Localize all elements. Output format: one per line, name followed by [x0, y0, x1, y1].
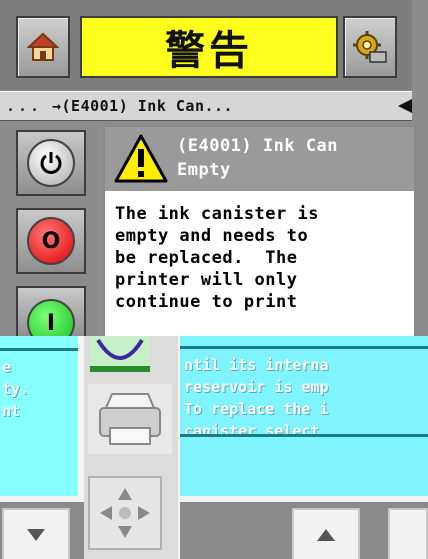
home-button[interactable] [16, 16, 70, 78]
home-icon [27, 32, 59, 61]
start-label: I [27, 299, 75, 338]
alert-title-line1: (E4001) Ink Can [177, 136, 339, 156]
overlay-right-panel: ntil its interna reservoir is emp To rep… [180, 336, 428, 496]
stop-label: O [27, 217, 75, 265]
page-title: 警告 [80, 16, 338, 78]
alert-header: (E4001) Ink Can Empty [105, 127, 414, 191]
scroll-down-button[interactable] [2, 508, 70, 559]
warning-triangle-icon [114, 134, 168, 183]
stop-button[interactable]: O [16, 208, 86, 274]
printer-screen: 警告 ... →(E4001) Ink Can... O I (E4001) I… [0, 0, 428, 559]
alert-body-text: The ink canister is empty and needs to b… [115, 204, 319, 312]
glitched-overlay-region: e ty. nt ntil its interna reservoir is e… [0, 336, 428, 559]
overlay-left-panel: e ty. nt [0, 336, 78, 496]
start-button[interactable]: I [16, 286, 86, 340]
settings-button[interactable] [343, 16, 397, 78]
settings-gear-icon [353, 31, 387, 63]
power-icon [27, 139, 75, 187]
overlay-stripe [180, 434, 428, 437]
printer-icon[interactable] [88, 384, 172, 454]
breadcrumb-path[interactable]: →(E4001) Ink Can... [52, 92, 233, 120]
overlay-stripe [180, 346, 428, 349]
scroll-down-icon [27, 529, 45, 541]
ink-canister-icon [90, 336, 150, 372]
overlay-left-text: e ty. nt [2, 358, 30, 420]
back-arrow-icon[interactable] [398, 99, 412, 113]
overlay-stripe [0, 348, 78, 351]
navigation-cross[interactable] [88, 476, 162, 550]
overlay-right-text: ntil its interna reservoir is emp To rep… [184, 356, 329, 440]
breadcrumb: ... →(E4001) Ink Can... [0, 91, 412, 121]
alert-title-line2: Empty [177, 160, 231, 180]
power-button[interactable] [16, 130, 86, 196]
overlay-middle-column [84, 336, 178, 559]
breadcrumb-dots: ... [6, 97, 43, 115]
header-bar: 警告 [0, 0, 412, 90]
navigation-cross-icon [100, 488, 150, 538]
scroll-up-icon [317, 529, 335, 541]
alert-message-panel: (E4001) Ink Can Empty The ink canister i… [103, 125, 416, 364]
scroll-up-button[interactable] [292, 508, 360, 559]
edge-button[interactable] [388, 508, 428, 559]
